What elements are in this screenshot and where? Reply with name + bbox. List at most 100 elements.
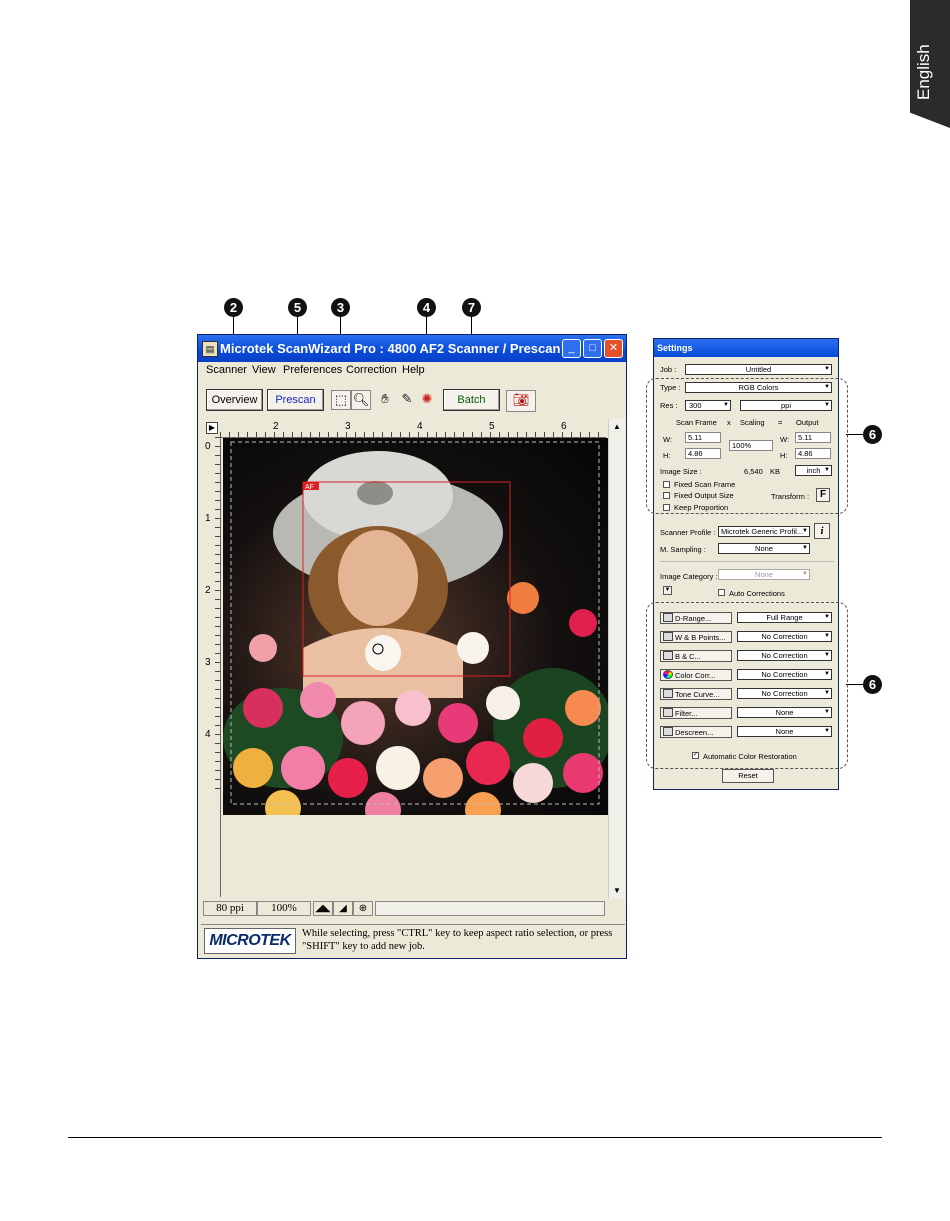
vertical-scrollbar[interactable]: ▲ ▼ <box>608 419 625 899</box>
fixed-output-size-checkbox[interactable] <box>663 492 670 499</box>
menu-preferences[interactable]: Preferences <box>283 364 342 376</box>
prescan-button[interactable]: Prescan <box>267 389 324 411</box>
descreen-dropdown[interactable]: None <box>737 726 832 737</box>
fixed-output-size-label: Fixed Output Size <box>674 491 734 500</box>
type-dropdown[interactable]: RGB Colors <box>685 382 832 393</box>
maximize-button[interactable]: □ <box>583 339 602 358</box>
auto-corrections-checkbox[interactable] <box>718 589 725 596</box>
ruler-ticks <box>220 432 606 437</box>
hand-icon[interactable]: ✋︎ <box>375 390 395 410</box>
type-label: Type : <box>660 383 681 392</box>
d-range-button[interactable]: D-Range... <box>660 612 732 624</box>
descreen-button[interactable]: Descreen... <box>660 726 732 738</box>
image-category-dropdown[interactable]: None <box>718 569 810 580</box>
keep-proportion-checkbox[interactable] <box>663 504 670 511</box>
ruler-toggle-button[interactable]: ▶ <box>206 422 218 434</box>
ruler-top-label: 4 <box>417 421 423 432</box>
d-range-icon <box>663 613 673 622</box>
filter-icon <box>663 708 673 717</box>
filter-dropdown[interactable]: None <box>737 707 832 718</box>
width-label: W: <box>780 435 790 444</box>
resolution-dropdown[interactable]: 300 <box>685 400 731 411</box>
bc-button-label: B & C... <box>675 652 701 661</box>
callout-6-bottom: 6 <box>863 675 882 694</box>
divider <box>660 561 834 562</box>
menu-correction[interactable]: Correction <box>346 364 397 376</box>
transform-button[interactable]: F <box>816 488 830 502</box>
unit-dropdown[interactable]: inch <box>795 465 832 476</box>
height-label: H: <box>663 451 671 460</box>
callout-5: 5 <box>288 298 307 317</box>
bc-dropdown[interactable]: No Correction <box>737 650 832 661</box>
scan-frame-tag-label: AF <box>305 484 314 491</box>
tone-curve-button[interactable]: Tone Curve... <box>660 688 732 700</box>
status-bar: MICROTEK While selecting, press "CTRL" k… <box>201 924 625 958</box>
preview-image[interactable]: AF <box>223 438 608 815</box>
ruler-left-label: 4 <box>205 729 211 740</box>
hat-bow <box>357 481 393 505</box>
d-range-dropdown[interactable]: Full Range <box>737 612 832 623</box>
wb-points-button-label: W & B Points... <box>675 633 726 642</box>
callout-6-top: 6 <box>863 425 882 444</box>
scroll-up-arrow-icon[interactable]: ▲ <box>609 419 625 435</box>
ruler-left-label: 2 <box>205 585 211 596</box>
color-correction-dropdown[interactable]: No Correction <box>737 669 832 680</box>
output-width-field[interactable]: 5.11 <box>795 432 831 443</box>
job-dropdown[interactable]: Untitled <box>685 364 832 375</box>
batch-button[interactable]: Batch <box>443 389 500 411</box>
overview-button[interactable]: Overview <box>206 389 263 411</box>
color-correction-button[interactable]: Color Corr... <box>660 669 732 681</box>
wb-points-dropdown[interactable]: No Correction <box>737 631 832 642</box>
image-size-value: 6,540 <box>744 467 763 476</box>
scroll-down-arrow-icon[interactable]: ▼ <box>609 883 625 899</box>
scanner-profile-dropdown[interactable]: Microtek Generic Profil... <box>718 526 810 537</box>
info-icon[interactable]: i <box>814 523 830 539</box>
auto-color-restoration-checkbox[interactable]: ✓ <box>692 752 699 759</box>
status-row: 80 ppi 100% ◢◣ ◢ ⊕ <box>203 901 607 917</box>
menu-view[interactable]: View <box>252 364 276 376</box>
magnify-icon[interactable]: 🔍︎ <box>351 390 371 410</box>
transform-label: Transform : <box>771 492 810 501</box>
reset-button[interactable]: Reset <box>722 769 774 783</box>
language-tab: English <box>910 0 950 128</box>
scaling-field[interactable]: 100% <box>729 440 773 451</box>
histogram-icon[interactable]: ◢◣ <box>313 901 333 916</box>
m-sampling-dropdown[interactable]: None <box>718 543 810 554</box>
hint-text: While selecting, press "CTRL" key to kee… <box>302 928 613 952</box>
title-bar[interactable]: ▤ Microtek ScanWizard Pro : 4800 AF2 Sca… <box>198 335 626 362</box>
scan-height-field[interactable]: 4.86 <box>685 448 721 459</box>
resolution-unit-dropdown[interactable]: ppi <box>740 400 832 411</box>
settings-group-outline <box>646 602 848 769</box>
focus-point-icon[interactable]: ⊕ <box>353 901 373 916</box>
expand-icon[interactable]: ▼ <box>663 586 672 595</box>
menu-help[interactable]: Help <box>402 364 425 376</box>
auto-focus-icon[interactable]: ✺ <box>417 390 437 410</box>
callout-3: 3 <box>331 298 350 317</box>
callout-2: 2 <box>224 298 243 317</box>
output-height-field[interactable]: 4.86 <box>795 448 831 459</box>
histogram-icon[interactable]: ◢ <box>333 901 353 916</box>
tone-curve-dropdown[interactable]: No Correction <box>737 688 832 699</box>
tone-curve-icon <box>663 689 673 698</box>
menu-scanner[interactable]: Scanner <box>206 364 247 376</box>
image-size-unit: KB <box>770 467 781 476</box>
ruler-top: 2 3 4 5 6 <box>220 421 606 438</box>
horizontal-scrollbar[interactable] <box>375 901 605 916</box>
minimize-button[interactable]: _ <box>562 339 581 358</box>
scan-width-field[interactable]: 5.11 <box>685 432 721 443</box>
fixed-scan-frame-checkbox[interactable] <box>663 481 670 488</box>
face <box>338 530 418 626</box>
scaling-label: Scaling <box>740 418 765 427</box>
eyedropper-icon[interactable]: ✎ <box>397 390 417 410</box>
bc-button[interactable]: B & C... <box>660 650 732 662</box>
ruler-top-label: 2 <box>273 421 279 432</box>
camera-icon[interactable]: 📷︎ <box>506 390 536 412</box>
bc-icon <box>663 651 673 660</box>
keep-proportion-label: Keep Proportion <box>674 503 729 512</box>
d-range-button-label: D-Range... <box>675 614 712 623</box>
wb-points-button[interactable]: W & B Points... <box>660 631 732 643</box>
filter-button[interactable]: Filter... <box>660 707 732 719</box>
close-button[interactable]: ✕ <box>604 339 623 358</box>
selection-frame-icon[interactable]: ⬚ <box>331 390 351 410</box>
callout-line <box>846 434 863 435</box>
